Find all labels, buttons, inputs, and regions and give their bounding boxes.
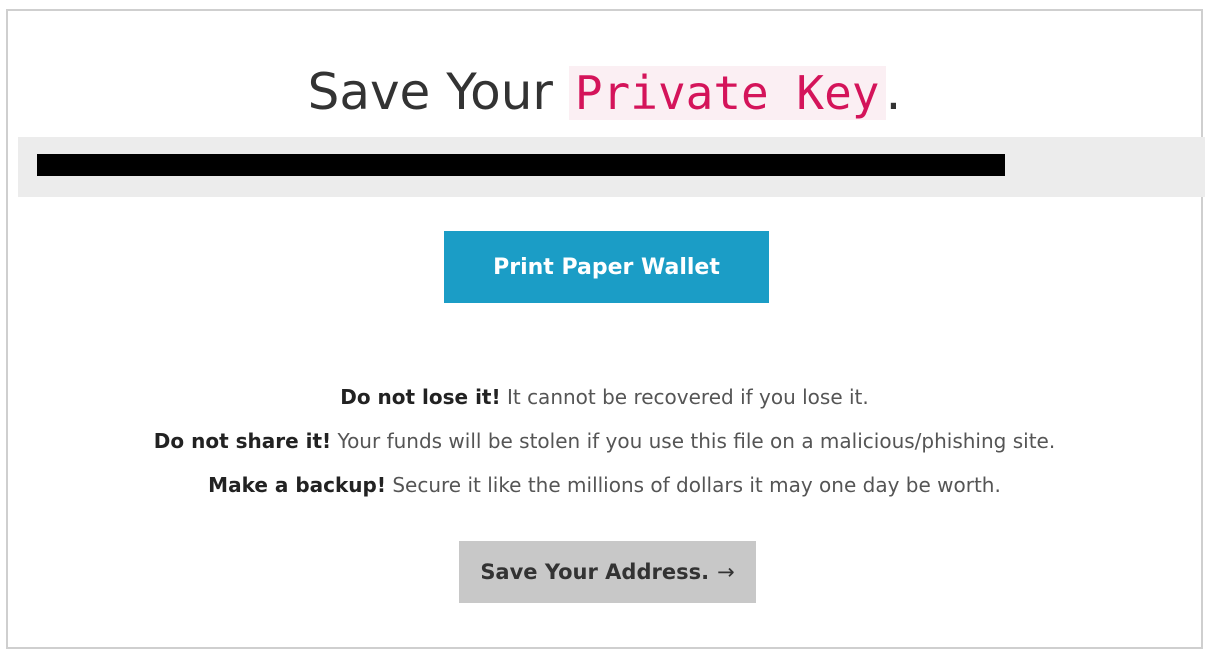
page-title-prefix: Save Your [307, 63, 569, 121]
warning-item: Do not share it! Your funds will be stol… [8, 419, 1201, 463]
warning-text: It cannot be recovered if you lose it. [500, 385, 869, 409]
warning-item: Do not lose it! It cannot be recovered i… [8, 375, 1201, 419]
warning-item: Make a backup! Secure it like the millio… [8, 463, 1201, 507]
content-panel: Save Your Private Key. Print Paper Walle… [6, 9, 1205, 649]
page-title: Save Your Private Key. [8, 57, 1201, 128]
warning-strong: Make a backup! [208, 473, 386, 497]
private-key-redaction-bar [37, 154, 1005, 176]
warning-text: Your funds will be stolen if you use thi… [331, 429, 1056, 453]
save-your-address-label: Save Your Address. [480, 560, 710, 584]
warning-strong: Do not share it! [153, 429, 332, 453]
save-your-address-button[interactable]: Save Your Address. → [459, 541, 756, 603]
warnings-list: Do not lose it! It cannot be recovered i… [8, 375, 1201, 507]
page-title-suffix: . [885, 63, 902, 121]
private-key-field[interactable] [18, 137, 1205, 197]
arrow-right-icon: → [717, 560, 735, 584]
warning-strong: Do not lose it! [340, 385, 501, 409]
print-paper-wallet-button[interactable]: Print Paper Wallet [444, 231, 769, 303]
page-title-private-key: Private Key [568, 66, 886, 120]
warning-text: Secure it like the millions of dollars i… [385, 473, 1001, 497]
